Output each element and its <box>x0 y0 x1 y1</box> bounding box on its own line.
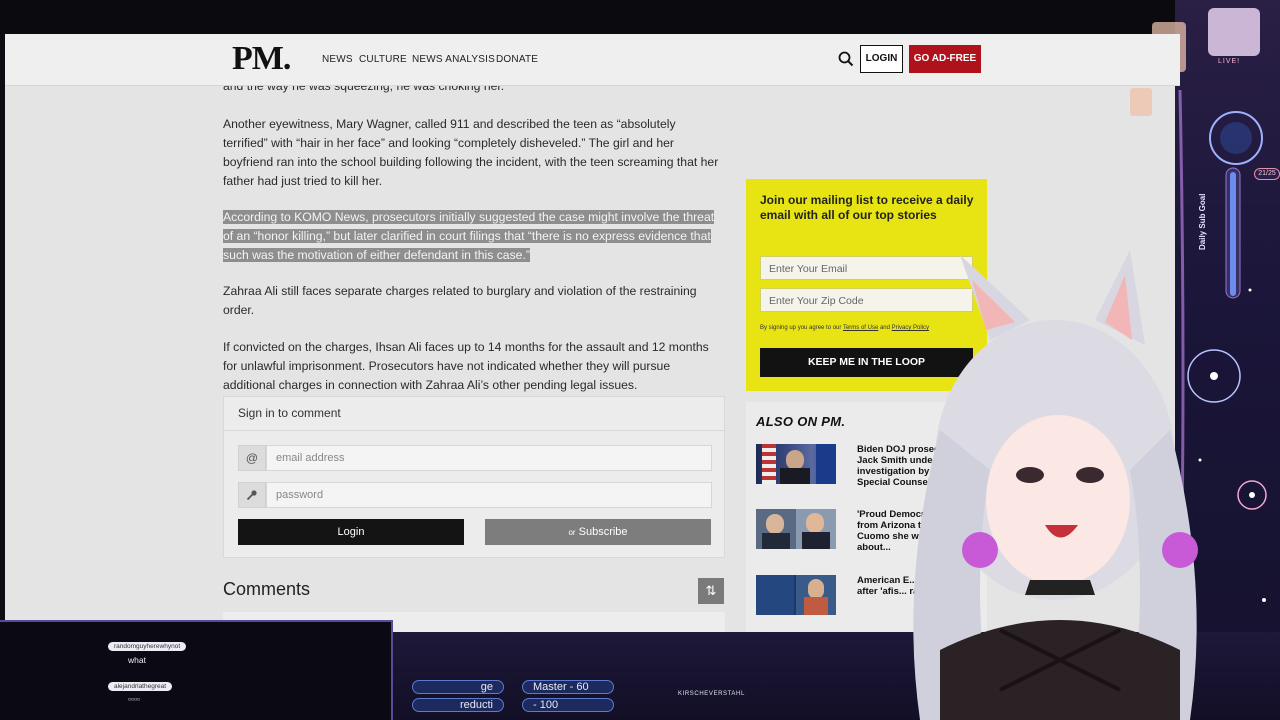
key-icon <box>238 482 266 508</box>
article-paragraph: Zahraa Ali still faces separate charges … <box>223 284 697 317</box>
sub-goal-count: 21/25 <box>1254 168 1280 180</box>
overlay-pill: Master - 60 <box>522 680 614 694</box>
overlay-pill: reducti <box>412 698 504 712</box>
sort-icon[interactable]: ⇅ <box>698 578 724 604</box>
chat-username: randomguyherewhynot <box>108 642 187 651</box>
login-button[interactable]: LOGIN <box>860 45 903 73</box>
search-icon[interactable] <box>837 50 855 68</box>
chat-username: alejandrlathegreat <box>108 682 173 691</box>
subscribe-or: or <box>568 528 576 537</box>
overlay-pill: ge <box>412 680 504 694</box>
comments-heading: Comments <box>223 579 311 599</box>
nav-donate[interactable]: DONATE <box>496 54 538 65</box>
terms-link[interactable]: Terms of Use <box>843 325 878 331</box>
selected-text: According to KOMO News, prosecutors init… <box>223 210 715 262</box>
live-label: LIVE! <box>1218 58 1241 65</box>
chat-message: what <box>128 655 146 665</box>
comment-email-input[interactable]: email address <box>266 445 712 471</box>
at-icon: @ <box>238 445 266 471</box>
comment-signin-box: Sign in to comment @ email address passw… <box>223 396 725 558</box>
site-header: PM. NEWS CULTURE NEWS ANALYSIS DONATE LO… <box>5 34 1180 86</box>
nav-culture[interactable]: CULTURE <box>359 54 407 65</box>
site-logo[interactable]: PM. <box>232 40 291 78</box>
nav-news-analysis[interactable]: NEWS ANALYSIS <box>412 54 495 65</box>
comment-login-button[interactable]: Login <box>238 519 464 545</box>
sub-goal-label: Daily Sub Goal <box>1198 193 1207 250</box>
chat-message: ▫▫▫▫ <box>128 694 141 704</box>
also-on-title: ALSO ON PM. <box>756 414 846 429</box>
mailing-title: Join our mailing list to receive a daily… <box>760 193 974 222</box>
twitter-handle: KIRSCHEVERSTAHL <box>678 691 745 697</box>
story-thumbnail <box>756 575 836 615</box>
stream-chat-panel: randomguyherewhynot what alejandrlathegr… <box>0 620 393 720</box>
nav-news[interactable]: NEWS <box>322 54 353 65</box>
article-paragraph: Another eyewitness, Mary Wagner, called … <box>223 117 719 188</box>
email-field-row: @ email address <box>238 445 712 471</box>
signin-heading: Sign in to comment <box>224 397 724 431</box>
password-field-row: password <box>238 482 712 508</box>
go-ad-free-button[interactable]: GO AD-FREE <box>909 45 981 73</box>
subscribe-label: Subscribe <box>578 526 628 538</box>
comment-password-input[interactable]: password <box>266 482 712 508</box>
fine-prefix: By signing up you agree to our <box>760 325 842 331</box>
top-black-bar <box>0 0 1280 34</box>
article-paragraph: If convicted on the charges, Ihsan Ali f… <box>223 340 709 392</box>
overlay-pill: - 100 <box>522 698 614 712</box>
story-thumbnail <box>756 509 836 549</box>
article-paragraph-highlighted: According to KOMO News, prosecutors init… <box>223 208 723 265</box>
story-thumbnail <box>756 444 836 484</box>
vtuber-avatar <box>913 250 1198 720</box>
comment-subscribe-button[interactable]: or Subscribe <box>485 519 711 545</box>
